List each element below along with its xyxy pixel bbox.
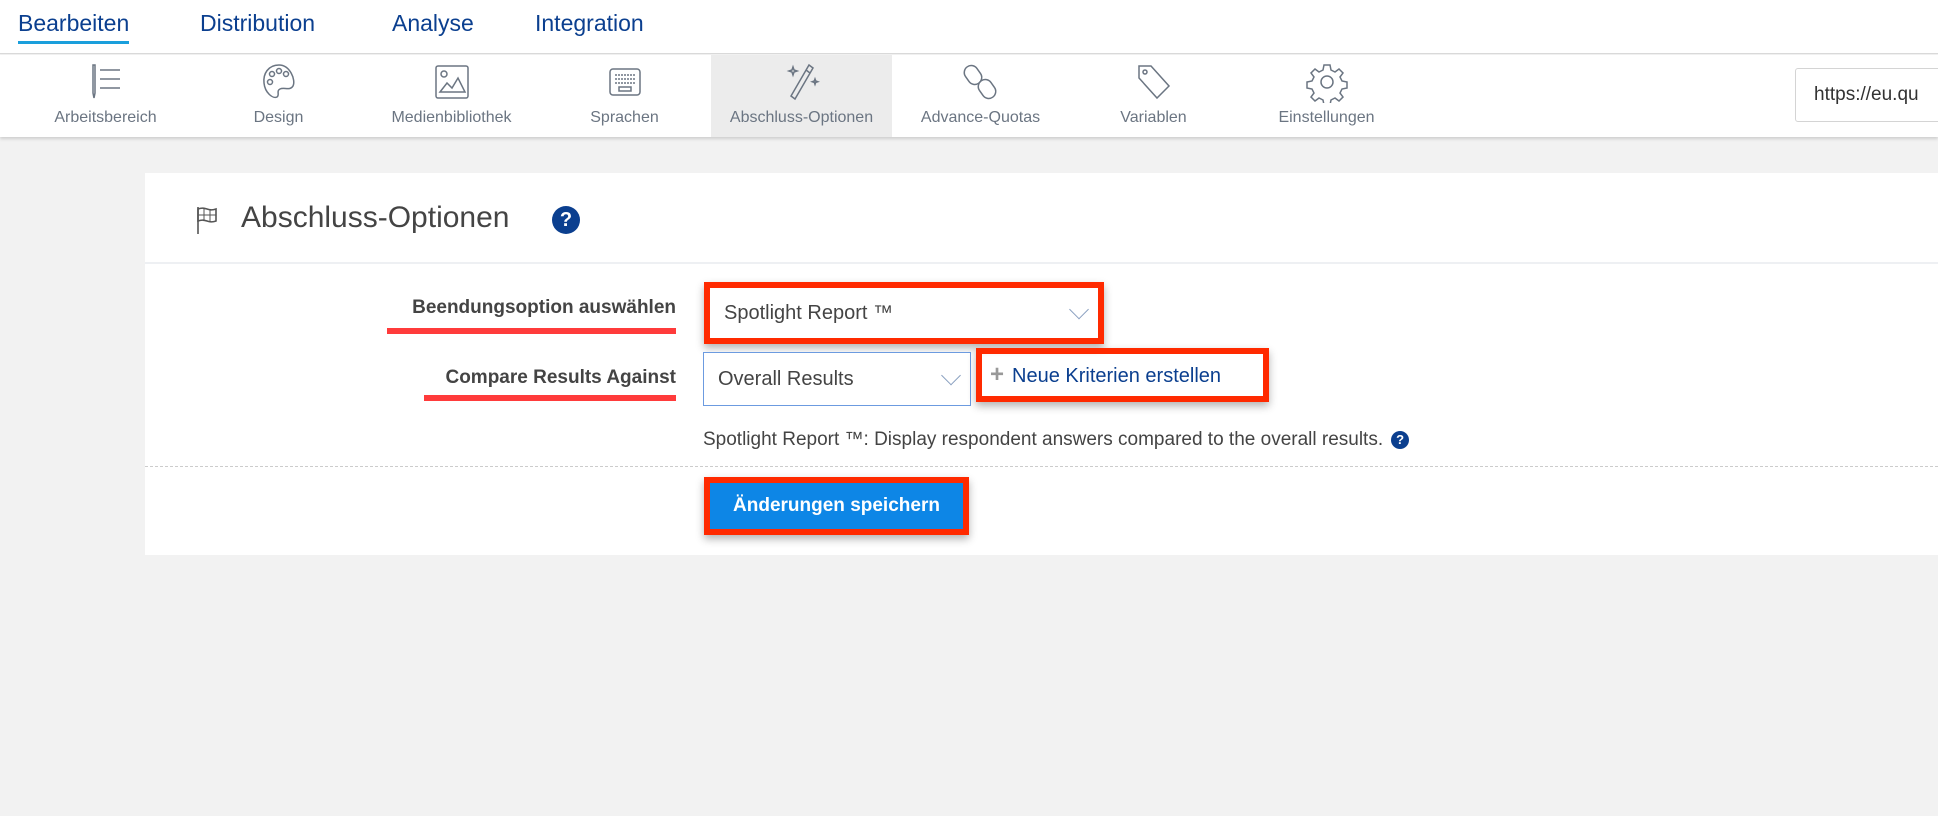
new-criteria-link[interactable]: + Neue Kriterien erstellen xyxy=(990,361,1221,389)
workspace-icon xyxy=(91,64,120,99)
toolbar-label: Einstellungen xyxy=(1278,109,1375,126)
toolbar-label: Abschluss-Optionen xyxy=(729,109,874,126)
chevron-down-icon xyxy=(941,365,961,386)
toolbar-item-medienbibliothek[interactable]: Medienbibliothek xyxy=(359,55,544,137)
toolbar-item-variablen[interactable]: Variablen xyxy=(1061,55,1246,137)
divider xyxy=(145,466,1938,467)
tab-distribution[interactable]: Distribution xyxy=(200,10,315,41)
tab-bearbeiten[interactable]: Bearbeiten xyxy=(18,10,130,44)
keyboard-icon xyxy=(608,68,641,96)
help-icon[interactable]: ? xyxy=(552,206,580,234)
end-option-value: Spotlight Report ™ xyxy=(724,302,893,324)
plus-icon: + xyxy=(990,361,1005,388)
checkered-flag-icon xyxy=(197,207,217,234)
gear-icon xyxy=(1305,64,1348,103)
toolbar-item-design[interactable]: Design xyxy=(186,55,371,137)
panel-header: Abschluss-Optionen ? xyxy=(145,173,1938,264)
new-criteria-label: Neue Kriterien erstellen xyxy=(1012,365,1222,387)
image-icon xyxy=(434,65,469,99)
toolbar-label: Sprachen xyxy=(590,109,659,126)
palette-icon xyxy=(262,64,294,99)
chain-link-icon xyxy=(963,64,996,100)
tag-icon xyxy=(1137,65,1170,100)
save-changes-button[interactable]: Änderungen speichern xyxy=(710,483,963,529)
toolbar-item-arbeitsbereich[interactable]: Arbeitsbereich xyxy=(13,55,198,137)
end-option-select[interactable]: Spotlight Report ™ xyxy=(710,288,1098,338)
top-navigation: Bearbeiten Distribution Analyse Integrat… xyxy=(0,0,1938,54)
toolbar-label: Variablen xyxy=(1120,109,1187,126)
tab-integration[interactable]: Integration xyxy=(535,10,644,41)
abschluss-optionen-panel: Abschluss-Optionen ? Beendungsoption aus… xyxy=(145,173,1938,555)
tab-analyse[interactable]: Analyse xyxy=(392,10,474,41)
compare-value: Overall Results xyxy=(718,368,854,390)
toolbar-label: Design xyxy=(253,109,304,126)
page-title: Abschluss-Optionen xyxy=(241,201,510,234)
chevron-down-icon xyxy=(1069,299,1089,320)
toolbar-label: Arbeitsbereich xyxy=(54,109,157,126)
description-label: Spotlight Report ™: Display respondent a… xyxy=(703,429,1384,450)
toolbar-label: Advance-Quotas xyxy=(920,109,1041,126)
toolbar-item-advance-quotas[interactable]: Advance-Quotas xyxy=(888,55,1073,137)
description-text: Spotlight Report ™: Display respondent a… xyxy=(703,429,1410,451)
url-field[interactable]: https://eu.qu xyxy=(1795,68,1938,122)
toolbar-label: Medienbibliothek xyxy=(391,109,512,126)
magic-wand-icon xyxy=(786,63,820,101)
toolbar-item-einstellungen[interactable]: Einstellungen xyxy=(1234,55,1419,137)
help-icon[interactable]: ? xyxy=(1391,431,1410,449)
annotation-underline xyxy=(424,395,676,401)
toolbar-item-sprachen[interactable]: Sprachen xyxy=(532,55,717,137)
toolbar-item-abschluss-optionen[interactable]: Abschluss-Optionen xyxy=(711,55,892,137)
compare-label: Compare Results Against xyxy=(445,367,676,388)
annotation-underline xyxy=(387,328,676,334)
end-option-label: Beendungsoption auswählen xyxy=(412,297,676,318)
toolbar: Arbeitsbereich Design Medienbibliothek S… xyxy=(0,55,1938,137)
compare-select[interactable]: Overall Results xyxy=(703,352,971,406)
